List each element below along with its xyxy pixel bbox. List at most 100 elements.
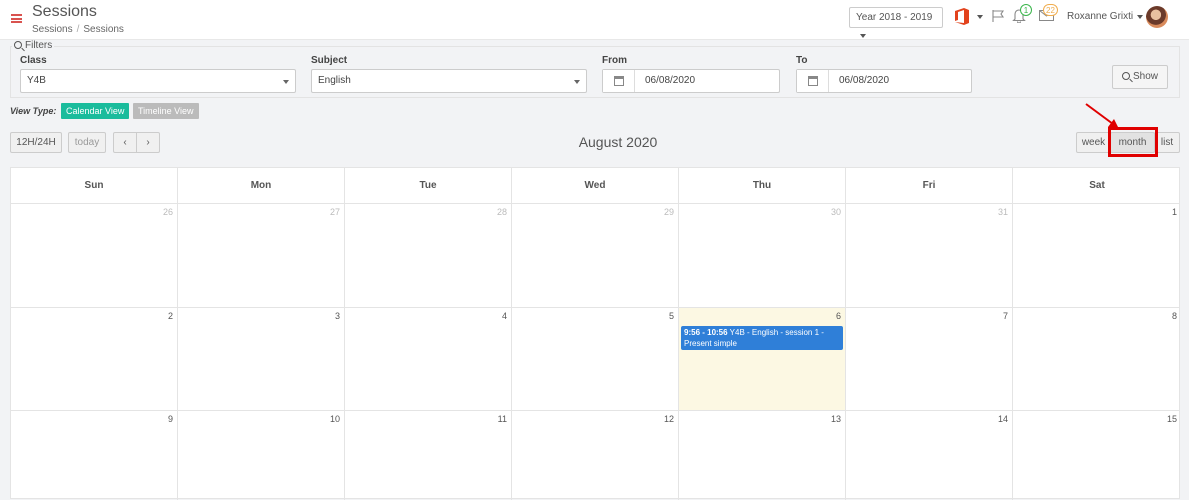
user-name[interactable]: Roxanne Grixti <box>1067 11 1133 22</box>
day-cell[interactable]: 30 <box>679 204 846 307</box>
red-arrow-annotation <box>1085 103 1119 129</box>
mail-badge: 22 <box>1043 4 1058 16</box>
day-number: 14 <box>997 414 1008 424</box>
day-number: 9 <box>167 414 173 424</box>
day-cell[interactable]: 14 <box>846 411 1013 500</box>
day-number: 27 <box>329 207 340 217</box>
header-bar: Sessions Sessions / Sessions Year 2018 - 2… <box>0 0 1189 40</box>
day-cell[interactable]: 13 <box>679 411 846 500</box>
day-cell[interactable]: 8 <box>1013 308 1181 410</box>
day-number: 29 <box>663 207 674 217</box>
calendar-event[interactable]: 9:56 - 10:56 Y4B - English - session 1 -… <box>681 326 843 350</box>
day-number: 26 <box>162 207 173 217</box>
show-button-label: Show <box>1132 71 1158 82</box>
chevron-down-icon[interactable] <box>977 15 983 19</box>
filters-legend: Filters <box>12 40 55 51</box>
breadcrumb-item[interactable]: Sessions <box>32 24 73 35</box>
timeline-view-button[interactable]: Timeline View <box>133 103 199 119</box>
search-icon <box>1121 72 1130 80</box>
dow-sat: Sat <box>1089 180 1105 191</box>
day-cell[interactable]: 3 <box>178 308 345 410</box>
year-select[interactable]: Year 2018 - 2019 <box>849 7 943 39</box>
to-date-value[interactable]: 06/08/2020 <box>839 70 889 92</box>
day-number: 13 <box>830 414 841 424</box>
to-date-field[interactable]: 06/08/2020 <box>796 69 972 93</box>
hamburger-icon[interactable] <box>11 14 22 23</box>
avatar[interactable] <box>1146 6 1168 28</box>
from-label: From <box>602 55 627 66</box>
breadcrumb: Sessions / Sessions <box>32 24 124 35</box>
to-label: To <box>796 55 808 66</box>
class-select[interactable]: Y4B <box>20 69 296 93</box>
dow-sun: Sun <box>11 168 178 204</box>
from-date-value[interactable]: 06/08/2020 <box>645 70 695 92</box>
day-number: 3 <box>334 311 340 321</box>
day-cell[interactable]: 9 <box>11 411 178 500</box>
week-view-button[interactable]: week <box>1076 132 1111 153</box>
day-cell[interactable]: 29 <box>512 204 679 307</box>
breadcrumb-item: Sessions <box>83 24 124 35</box>
day-cell[interactable]: 15 <box>1013 411 1181 500</box>
dow-fri: Fri <box>846 168 1013 204</box>
subject-label: Subject <box>311 55 348 66</box>
day-number: 4 <box>501 311 507 321</box>
day-number: 30 <box>830 207 841 217</box>
day-cell-today[interactable]: 6 9:56 - 10:56 Y4B - English - session 1… <box>679 308 846 410</box>
show-button[interactable]: Show <box>1112 65 1168 89</box>
day-number: 10 <box>329 414 340 424</box>
calendar-view-button[interactable]: Calendar View <box>61 103 130 119</box>
day-cell[interactable]: 2 <box>11 308 178 410</box>
from-calendar-button[interactable] <box>603 70 635 92</box>
subject-select[interactable]: English <box>311 69 587 93</box>
breadcrumb-separator: / <box>76 24 80 35</box>
flag-icon[interactable] <box>991 9 1005 23</box>
day-cell[interactable]: 28 <box>345 204 512 307</box>
chevron-down-icon[interactable] <box>1137 15 1143 19</box>
calendar-title: August 2020 <box>578 134 658 150</box>
dow-wed: Wed <box>512 168 679 204</box>
day-number: 1 <box>1171 207 1177 217</box>
month-calendar: Sun Mon Tue Wed Thu Fri Sat 26 27 28 29 … <box>10 167 1180 500</box>
filters-legend-text: Filters <box>25 40 53 51</box>
day-cell[interactable]: 27 <box>178 204 345 307</box>
day-number: 28 <box>496 207 507 217</box>
day-cell[interactable]: 7 <box>846 308 1013 410</box>
dow-thu: Thu <box>679 168 846 204</box>
to-calendar-button[interactable] <box>797 70 829 92</box>
day-number: 31 <box>997 207 1008 217</box>
week-row: 26 27 28 29 30 31 1 <box>11 204 1179 308</box>
search-icon <box>14 41 22 49</box>
day-number: 15 <box>1166 414 1177 424</box>
calendar-icon <box>807 76 818 86</box>
dow-mon: Mon <box>178 168 345 204</box>
next-button[interactable]: › <box>136 132 160 153</box>
time-format-button[interactable]: 12H/24H <box>10 132 62 153</box>
day-cell[interactable]: 26 <box>11 204 178 307</box>
day-number: 6 <box>835 311 841 321</box>
day-number: 8 <box>1171 311 1177 321</box>
dow-tue: Tue <box>345 168 512 204</box>
day-cell[interactable]: 4 <box>345 308 512 410</box>
prev-button[interactable]: ‹ <box>113 132 137 153</box>
view-type-label: View Type: <box>10 106 57 116</box>
day-cell[interactable]: 12 <box>512 411 679 500</box>
chevron-down-icon <box>283 80 289 84</box>
office-icon[interactable] <box>955 8 969 25</box>
chevron-down-icon <box>860 34 866 39</box>
week-row: 9 10 11 12 13 14 15 <box>11 411 1179 500</box>
from-date-field[interactable]: 06/08/2020 <box>602 69 780 93</box>
chevron-down-icon <box>574 80 580 84</box>
day-cell[interactable]: 1 <box>1013 204 1181 307</box>
day-number: 5 <box>668 311 674 321</box>
day-cell[interactable]: 31 <box>846 204 1013 307</box>
class-label: Class <box>20 55 47 66</box>
week-row: 2 3 4 5 6 9:56 - 10:56 Y4B - English - s… <box>11 308 1179 411</box>
day-cell[interactable]: 11 <box>345 411 512 500</box>
day-number: 12 <box>663 414 674 424</box>
today-button[interactable]: today <box>68 132 106 153</box>
notification-badge: 1 <box>1020 4 1032 16</box>
day-number: 11 <box>497 414 507 424</box>
day-cell[interactable]: 5 <box>512 308 679 410</box>
subject-select-value: English <box>318 75 351 86</box>
day-cell[interactable]: 10 <box>178 411 345 500</box>
